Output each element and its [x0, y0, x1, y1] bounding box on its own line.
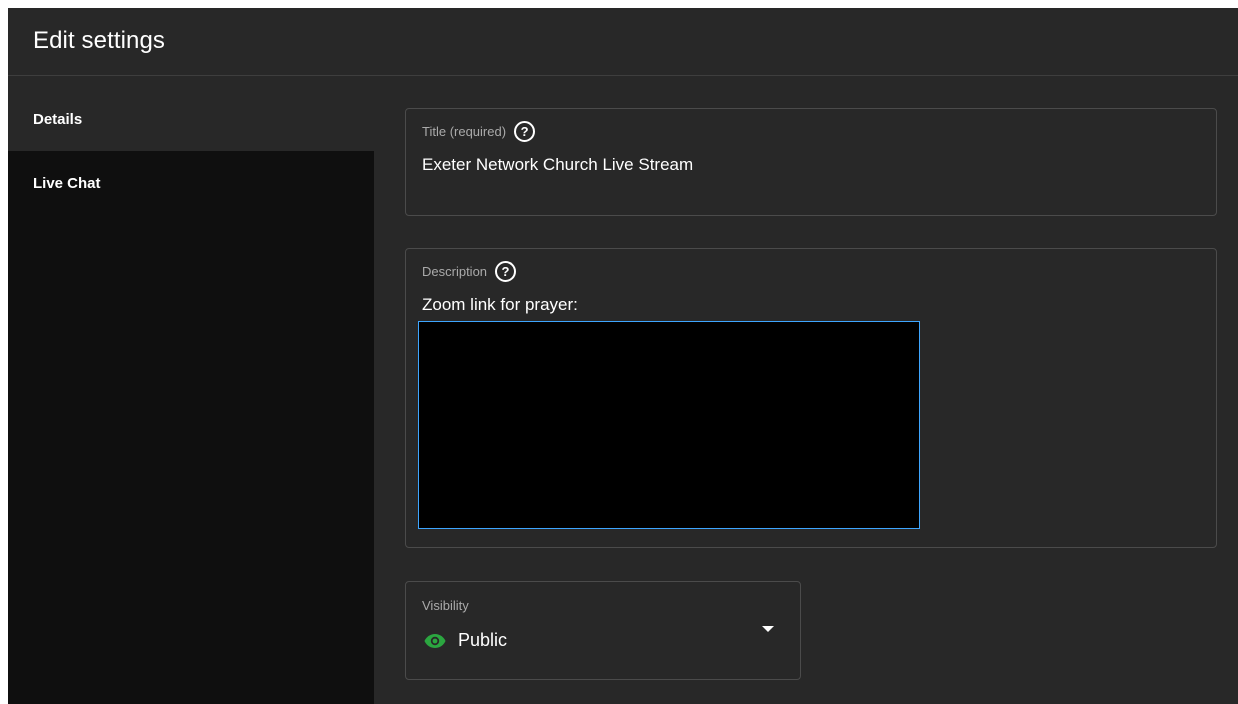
redacted-content: [418, 321, 920, 529]
sidebar: Details Live Chat: [8, 87, 374, 704]
visibility-select[interactable]: Visibility Public: [405, 581, 801, 680]
dialog-header: Edit settings: [8, 8, 1238, 76]
title-input[interactable]: Exeter Network Church Live Stream: [422, 155, 693, 175]
sidebar-item-label: Live Chat: [33, 174, 101, 192]
visibility-selected-text: Public: [458, 630, 508, 650]
eye-icon: [424, 633, 446, 649]
sidebar-item-details[interactable]: Details: [8, 87, 374, 151]
description-label: Description: [422, 264, 488, 279]
sidebar-item-label: Details: [33, 110, 83, 128]
help-circle-icon[interactable]: ?: [514, 121, 536, 142]
title-label-row: Title (required) ?: [422, 121, 536, 142]
description-label-row: Description ?: [422, 261, 517, 282]
visibility-label: Visibility: [422, 598, 469, 613]
chevron-down-icon[interactable]: [762, 626, 774, 632]
dialog-title: Edit settings: [33, 27, 166, 54]
edit-settings-dialog: Edit settings Details Live Chat Title (r…: [8, 8, 1238, 704]
title-label: Title (required): [422, 124, 507, 139]
description-field[interactable]: Description ? Zoom link for prayer:: [405, 248, 1217, 548]
visibility-value: Public: [424, 630, 507, 651]
title-field[interactable]: Title (required) ? Exeter Network Church…: [405, 108, 1217, 216]
description-input[interactable]: Zoom link for prayer:: [422, 295, 578, 315]
help-circle-icon[interactable]: ?: [495, 261, 517, 282]
sidebar-item-live-chat[interactable]: Live Chat: [8, 151, 374, 215]
